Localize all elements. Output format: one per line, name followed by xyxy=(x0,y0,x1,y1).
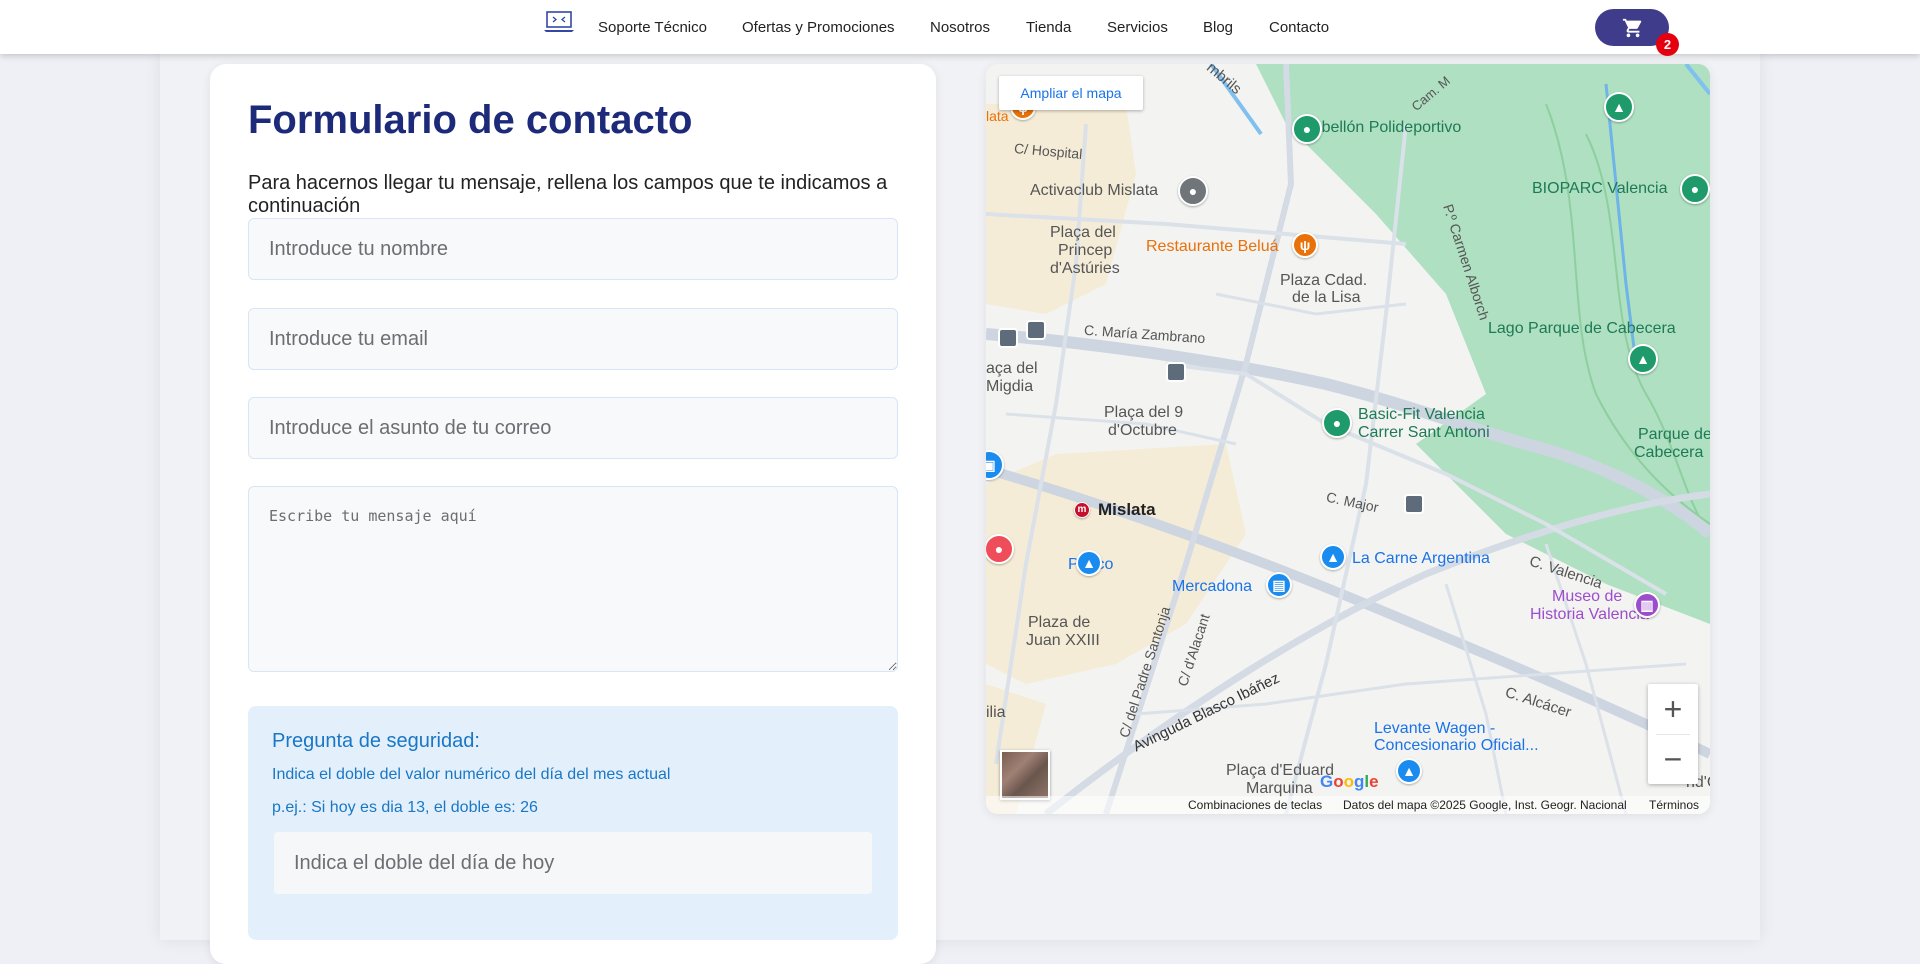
form-title: Formulario de contacto xyxy=(248,98,693,142)
nav-link-contacto[interactable]: Contacto xyxy=(1269,19,1329,36)
metro-pin-icon[interactable]: m xyxy=(1074,502,1090,518)
park-pin-icon[interactable]: ● xyxy=(1292,114,1322,144)
map-label-lago: Lago Parque de Cabecera xyxy=(1488,320,1676,337)
cart-icon xyxy=(1622,18,1642,38)
email-input[interactable] xyxy=(248,308,898,370)
form-intro-text: Para hacernos llegar tu mensaje, rellena… xyxy=(248,172,888,217)
map-label-parque-cab-2: Cabecera xyxy=(1634,444,1704,461)
google-logo: Google xyxy=(1320,772,1379,791)
map-label-lata: lata xyxy=(986,108,1009,124)
message-textarea[interactable] xyxy=(248,486,898,672)
restaurant-pin-icon[interactable]: ψ xyxy=(1292,232,1318,258)
bus-stop-icon-1[interactable] xyxy=(998,328,1018,348)
nav-link-blog[interactable]: Blog xyxy=(1203,19,1233,36)
map-label-mislata: Mislata xyxy=(1098,500,1156,519)
map-label-activaclub: Activaclub Mislata xyxy=(1030,182,1159,199)
zoom-in-button[interactable]: + xyxy=(1648,684,1698,734)
museum-pin-icon[interactable]: ▥ xyxy=(1634,592,1660,618)
map-label-migdia-2: Migdia xyxy=(986,378,1034,395)
name-input[interactable] xyxy=(248,218,898,280)
nav-link-nosotros[interactable]: Nosotros xyxy=(930,19,990,36)
nav-link-ofertas[interactable]: Ofertas y Promociones xyxy=(742,19,895,36)
gym-pin-icon[interactable]: ● xyxy=(1178,176,1208,206)
map-data-attribution: Datos del mapa ©2025 Google, Inst. Geogr… xyxy=(1343,798,1627,812)
tree-pin-icon-2[interactable]: ▲ xyxy=(1628,344,1658,374)
bus-stop-icon-3[interactable] xyxy=(1166,362,1186,382)
map-attribution-bar: Combinaciones de teclas Datos del mapa ©… xyxy=(986,796,1710,814)
bus-stop-icon-2[interactable] xyxy=(1026,320,1046,340)
terms-link[interactable]: Términos xyxy=(1649,798,1699,812)
subject-input[interactable] xyxy=(248,397,898,459)
map-label-mercadona: Mercadona xyxy=(1172,578,1253,595)
map-label-placa-princep-3: d'Astúries xyxy=(1050,260,1120,277)
map-label-plaza-lisa-2: de la Lisa xyxy=(1292,289,1361,306)
nav-link-soporte[interactable]: Soporte Técnico xyxy=(598,19,707,36)
google-map[interactable]: mbrils lata C/ Hospital Cam. M Pabellón … xyxy=(986,64,1710,814)
keyboard-shortcuts-link[interactable]: Combinaciones de teclas xyxy=(1188,798,1322,812)
zoom-controls: + − xyxy=(1648,684,1698,784)
map-label-levante-1: Levante Wagen - xyxy=(1374,720,1496,737)
zoo-pin-icon[interactable]: ● xyxy=(1680,174,1710,204)
map-label-carne: La Carne Argentina xyxy=(1352,550,1490,567)
cart-pin-icon[interactable]: ▤ xyxy=(1266,572,1292,598)
fitness-pin-icon[interactable]: ● xyxy=(1322,408,1352,438)
security-question: Indica el doble del valor numérico del d… xyxy=(272,766,671,783)
expand-map-button[interactable]: Ampliar el mapa xyxy=(999,76,1143,110)
map-canvas[interactable] xyxy=(986,64,1710,814)
map-label-placa-9-1: Plaça del 9 xyxy=(1104,404,1184,421)
map-label-parque-cab-1: Parque de xyxy=(1638,426,1710,443)
map-label-museo-1: Museo de xyxy=(1552,588,1623,605)
map-label-bioparc: BIOPARC Valencia xyxy=(1532,180,1668,197)
zoom-out-button[interactable]: − xyxy=(1648,734,1698,784)
map-label-levante-2: Concesionario Oficial... xyxy=(1374,737,1539,754)
map-label-basicfit-1: Basic-Fit Valencia xyxy=(1358,406,1485,423)
nav-link-tienda[interactable]: Tienda xyxy=(1026,19,1071,36)
map-label-museo-2: Historia Valencia xyxy=(1530,606,1649,623)
map-label-juan-2: Juan XXIII xyxy=(1026,632,1100,649)
map-label-ilia: ilia xyxy=(986,704,1006,721)
car-dealer-pin-icon[interactable]: ▲ xyxy=(1396,758,1422,784)
bus-stop-icon-4[interactable] xyxy=(1404,494,1424,514)
laptop-logo-icon[interactable] xyxy=(543,10,575,34)
map-label-eduard-1: Plaça d'Eduard xyxy=(1226,762,1335,779)
shopping-bag-pin-icon[interactable]: ▲ xyxy=(1076,550,1102,576)
map-label-placa-9-2: d'Octubre xyxy=(1108,422,1177,439)
map-label-plaza-lisa-1: Plaza Cdad. xyxy=(1280,272,1368,289)
satellite-layer-toggle[interactable] xyxy=(1000,750,1050,800)
tree-pin-icon[interactable]: ▲ xyxy=(1604,92,1634,122)
map-label-pabellon: Pabellón Polideportivo xyxy=(1302,119,1462,136)
security-answer-input[interactable] xyxy=(274,832,872,894)
security-example: p.ej.: Si hoy es dia 13, el doble es: 26 xyxy=(272,799,538,816)
cart-count-badge: 2 xyxy=(1656,33,1679,56)
security-title: Pregunta de seguridad: xyxy=(272,730,480,752)
map-label-basicfit-2: Carrer Sant Antoni xyxy=(1358,424,1490,441)
top-navbar: Soporte Técnico Ofertas y Promociones No… xyxy=(0,0,1920,56)
butcher-pin-icon[interactable]: ▲ xyxy=(1320,544,1346,570)
map-label-placa-princep-2: Princep xyxy=(1058,242,1113,259)
map-label-migdia-1: aça del xyxy=(986,360,1038,377)
map-label-juan-1: Plaza de xyxy=(1028,614,1091,631)
map-label-restaurante: Restaurante Beluá xyxy=(1146,238,1279,255)
nav-link-servicios[interactable]: Servicios xyxy=(1107,19,1168,36)
map-label-placa-princep-1: Plaça del xyxy=(1050,224,1116,241)
